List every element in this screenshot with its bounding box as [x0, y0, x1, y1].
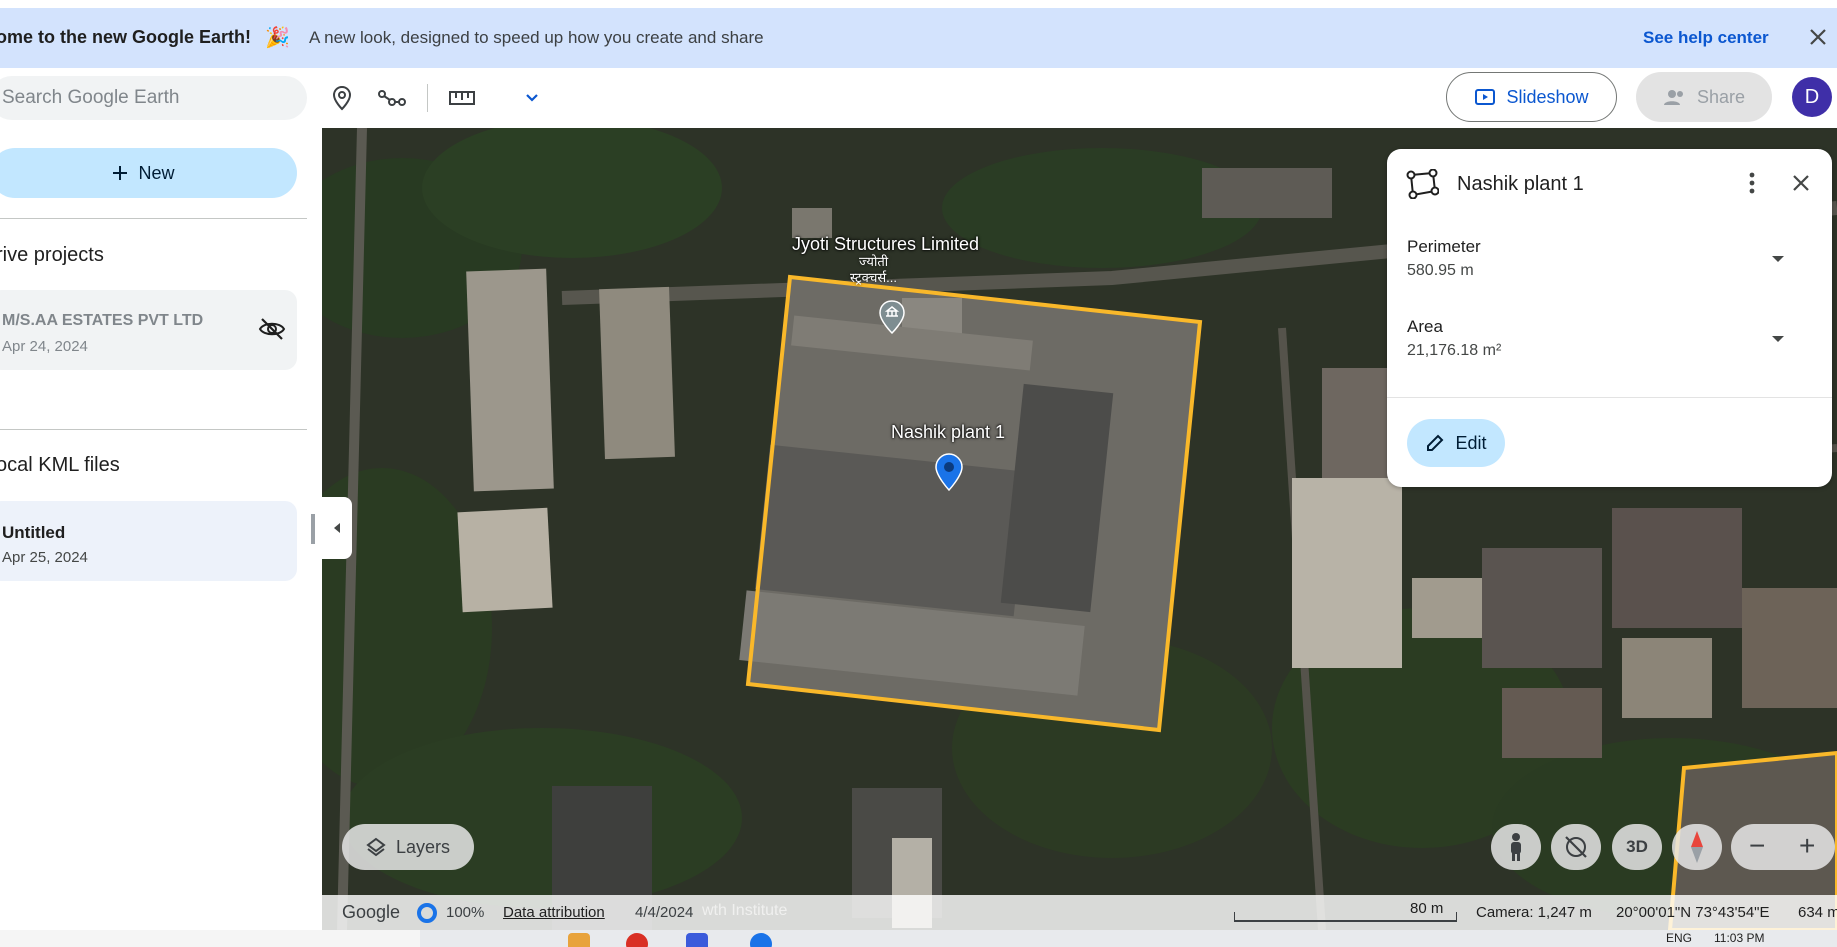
zoom-in-icon[interactable]: + — [1799, 830, 1815, 862]
search-box[interactable] — [0, 76, 307, 120]
drive-project-item[interactable]: M/S.AA ESTATES PVT LTD Apr 24, 2024 — [0, 290, 297, 370]
load-percent: 100% — [446, 904, 485, 921]
camera-altitude: Camera: 1,247 m — [1476, 904, 1592, 921]
layers-button[interactable]: Layers — [342, 824, 474, 870]
tilt-toggle-button[interactable] — [1551, 824, 1601, 870]
welcome-banner: ome to the new Google Earth! 🎉 A new loo… — [0, 8, 1837, 68]
new-label: New — [138, 162, 175, 183]
placemark-pin-icon[interactable] — [934, 452, 964, 497]
data-attribution-link[interactable]: Data attribution — [503, 904, 605, 921]
loading-ring-icon — [417, 903, 437, 923]
edit-label: Edit — [1455, 432, 1487, 453]
share-button[interactable]: Share — [1636, 72, 1772, 122]
perimeter-value: 580.95 m — [1407, 262, 1474, 279]
party-icon: 🎉 — [265, 27, 290, 49]
kml-file-name: Untitled — [2, 523, 66, 542]
banner-subtitle: A new look, designed to speed up how you… — [309, 28, 764, 47]
perimeter-label: Perimeter — [1407, 237, 1481, 256]
slideshow-label: Slideshow — [1506, 86, 1589, 107]
tilt-off-icon — [1565, 836, 1587, 858]
feature-title: Nashik plant 1 — [1457, 173, 1584, 195]
caret-left-icon — [334, 523, 340, 533]
cursor-coordinates: 20°00'01"N 73°43'54"E — [1616, 904, 1770, 921]
help-center-link[interactable]: See help center — [1643, 28, 1769, 48]
slideshow-button[interactable]: Slideshow — [1446, 72, 1617, 122]
imagery-date: 4/4/2024 — [635, 904, 694, 921]
3d-toggle-button[interactable]: 3D — [1612, 824, 1662, 870]
os-taskbar: ENG 11:03 PM — [0, 930, 1837, 947]
ruler-icon[interactable] — [447, 83, 477, 113]
word-icon[interactable] — [686, 933, 708, 947]
sidebar-divider — [0, 218, 307, 219]
edge-icon[interactable] — [750, 933, 772, 947]
close-panel-icon[interactable] — [1789, 171, 1813, 200]
collapse-sidebar-button[interactable] — [322, 497, 352, 559]
language-indicator[interactable]: ENG — [1666, 931, 1692, 945]
chrome-icon[interactable] — [626, 933, 648, 947]
map-ghost-label: wth Institute — [702, 902, 788, 919]
project-name: M/S.AA ESTATES PVT LTD — [2, 312, 204, 329]
search-input[interactable] — [2, 76, 292, 120]
area-label: Area — [1407, 317, 1443, 336]
top-toolbar: Slideshow Share D — [0, 68, 1837, 128]
perimeter-unit-dropdown[interactable] — [1771, 251, 1785, 269]
plus-icon — [113, 166, 128, 180]
pencil-icon — [1427, 434, 1444, 451]
status-bar: Google 100% Data attribution 4/4/2024 wt… — [322, 895, 1837, 930]
avatar[interactable]: D — [1792, 77, 1832, 117]
google-logo: Google — [342, 902, 401, 922]
chevron-down-icon[interactable] — [517, 83, 547, 113]
clock[interactable]: 11:03 PM — [1714, 931, 1764, 945]
project-date: Apr 24, 2024 — [2, 338, 88, 355]
edit-button[interactable]: Edit — [1407, 419, 1505, 467]
more-options-icon[interactable] — [1742, 171, 1762, 200]
elevation: 634 m — [1798, 904, 1837, 921]
share-label: Share — [1696, 86, 1746, 107]
landmark-icon[interactable] — [877, 299, 907, 340]
projects-sidebar: New rive projects M/S.AA ESTATES PVT LTD… — [0, 128, 322, 930]
pegman-icon — [1511, 833, 1521, 861]
pegman-button[interactable] — [1491, 824, 1541, 870]
polygon-icon — [1405, 168, 1440, 204]
kml-file-date: Apr 25, 2024 — [2, 549, 88, 566]
sidebar-resize-handle[interactable] — [311, 514, 315, 544]
kml-files-heading: ocal KML files — [0, 454, 120, 476]
layers-label: Layers — [395, 836, 451, 857]
window-top-strip — [0, 0, 1837, 8]
slideshow-icon — [1475, 89, 1496, 105]
area-value: 21,176.18 m² — [1407, 342, 1502, 359]
drive-projects-heading: rive projects — [0, 244, 104, 266]
area-unit-dropdown[interactable] — [1771, 331, 1785, 349]
path-icon[interactable] — [377, 83, 407, 113]
placemark-label: Nashik plant 1 — [891, 422, 1006, 442]
zoom-out-icon[interactable]: − — [1749, 830, 1765, 862]
sidebar-divider — [0, 429, 307, 430]
compass-button[interactable] — [1672, 824, 1722, 870]
compass-icon — [1691, 831, 1703, 863]
layers-icon — [366, 837, 386, 857]
new-project-button[interactable]: New — [0, 148, 297, 198]
panel-divider — [1387, 397, 1832, 398]
kml-file-item[interactable]: Untitled Apr 25, 2024 — [0, 501, 297, 581]
company-label-hindi-2: स्ट्रक्चर्स... — [850, 270, 897, 285]
scale-label: 80 m — [1410, 900, 1444, 917]
taskbar-search-area[interactable] — [0, 930, 420, 947]
banner-welcome-text: ome to the new Google Earth! — [0, 27, 252, 47]
zoom-control: − + — [1731, 824, 1835, 870]
people-icon — [1663, 90, 1683, 105]
place-marker-icon[interactable] — [327, 83, 357, 113]
visibility-off-icon[interactable] — [258, 316, 286, 347]
toolbar-separator — [427, 84, 428, 112]
file-explorer-icon[interactable] — [568, 933, 590, 947]
banner-close-icon[interactable] — [1806, 25, 1830, 49]
feature-info-panel: Nashik plant 1 Perimeter 580.95 m Area 2… — [1387, 149, 1832, 487]
